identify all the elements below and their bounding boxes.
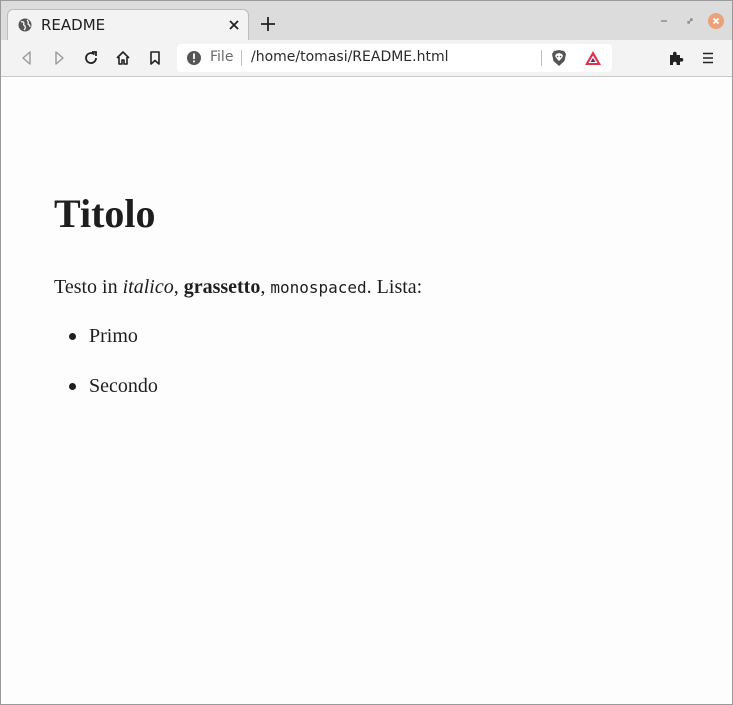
list-item-text: Primo xyxy=(89,325,138,347)
browser-window: README File /home/tomasi/README.html Tit… xyxy=(0,0,733,705)
window-close-button[interactable] xyxy=(708,13,724,29)
page-title: Titolo xyxy=(54,191,156,236)
home-icon[interactable] xyxy=(114,49,132,67)
divider xyxy=(541,50,542,66)
divider xyxy=(241,50,242,66)
monospaced-text: monospaced xyxy=(270,278,367,297)
paragraph-text: Testo in xyxy=(54,276,123,298)
forward-arrow-icon[interactable] xyxy=(50,49,68,67)
globe-icon xyxy=(18,18,32,32)
url-scheme-label: File xyxy=(210,49,234,65)
intro-paragraph: Testo in italico, grassetto, monospaced.… xyxy=(54,274,422,301)
list-item: Secondo xyxy=(54,373,158,423)
bullet-icon xyxy=(69,333,76,340)
paragraph-text: , xyxy=(260,276,271,298)
bookmark-icon[interactable] xyxy=(146,49,164,67)
back-arrow-icon[interactable] xyxy=(18,49,36,67)
lion-shield-icon[interactable] xyxy=(550,49,568,67)
info-icon[interactable] xyxy=(186,50,202,66)
triangle-rewards-icon[interactable] xyxy=(584,49,602,67)
maximize-icon[interactable] xyxy=(682,13,698,29)
url-text[interactable]: /home/tomasi/README.html xyxy=(251,49,449,65)
hamburger-menu-icon[interactable] xyxy=(699,49,717,67)
navigation-toolbar: File /home/tomasi/README.html xyxy=(1,40,732,77)
reload-icon[interactable] xyxy=(82,49,100,67)
close-icon[interactable] xyxy=(226,17,242,33)
tab-title: README xyxy=(41,16,106,34)
italic-text: italico xyxy=(122,276,174,298)
paragraph-text: , xyxy=(173,276,184,298)
address-bar[interactable]: File /home/tomasi/README.html xyxy=(177,44,612,72)
list-item: Primo xyxy=(54,323,158,373)
page-content: Titolo Testo in italico, grassetto, mono… xyxy=(1,78,732,704)
paragraph-text: . Lista: xyxy=(366,276,423,298)
bold-text: grassetto xyxy=(183,276,261,298)
tab-strip: README xyxy=(1,1,732,40)
bullet-list: Primo Secondo xyxy=(54,323,158,423)
list-item-text: Secondo xyxy=(89,375,158,397)
puzzle-icon[interactable] xyxy=(667,49,685,67)
minimize-icon[interactable] xyxy=(656,13,672,29)
bullet-icon xyxy=(69,383,76,390)
tab-readme[interactable]: README xyxy=(7,9,249,40)
plus-icon[interactable] xyxy=(259,15,277,33)
close-icon xyxy=(712,17,720,25)
